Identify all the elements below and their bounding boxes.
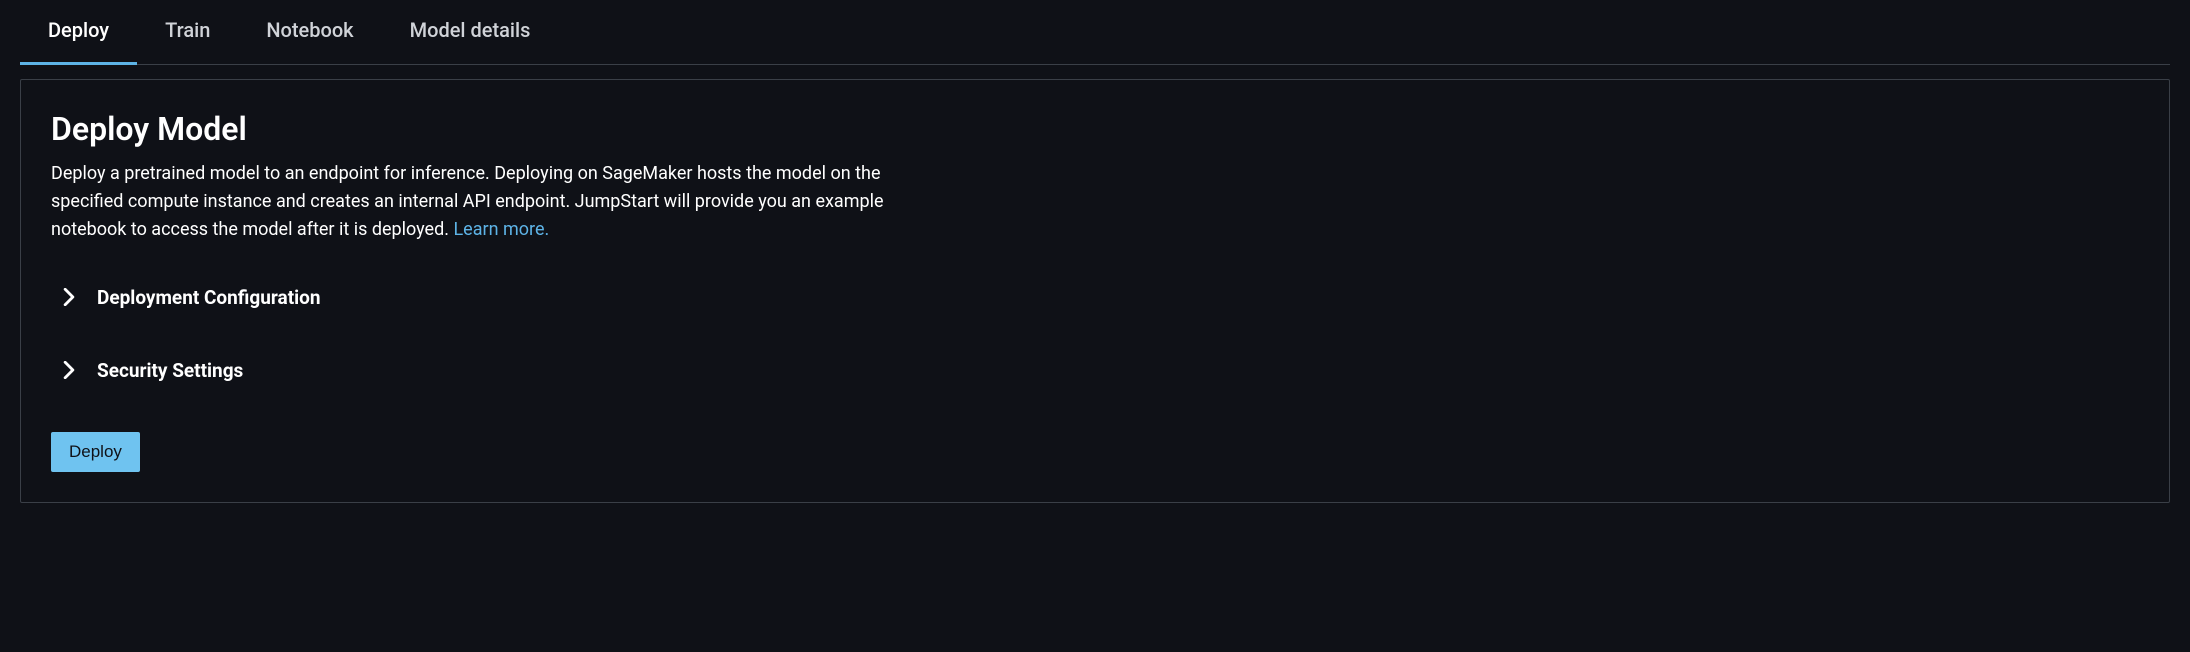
deploy-panel: Deploy Model Deploy a pretrained model t… xyxy=(20,79,2170,503)
panel-description: Deploy a pretrained model to an endpoint… xyxy=(51,160,931,244)
tab-bar: Deploy Train Notebook Model details xyxy=(20,0,2170,65)
accordion-label: Deployment Configuration xyxy=(97,286,321,309)
tab-train[interactable]: Train xyxy=(165,0,210,64)
chevron-right-icon xyxy=(59,360,79,380)
tab-model-details[interactable]: Model details xyxy=(410,0,531,64)
deploy-button[interactable]: Deploy xyxy=(51,432,140,472)
panel-title: Deploy Model xyxy=(51,110,2139,148)
tab-notebook[interactable]: Notebook xyxy=(266,0,353,64)
chevron-right-icon xyxy=(59,287,79,307)
accordion-security-settings[interactable]: Security Settings xyxy=(51,345,2139,396)
accordion-label: Security Settings xyxy=(97,359,243,382)
tab-deploy[interactable]: Deploy xyxy=(48,0,109,64)
accordion-deployment-configuration[interactable]: Deployment Configuration xyxy=(51,272,2139,323)
learn-more-link[interactable]: Learn more. xyxy=(453,219,549,240)
